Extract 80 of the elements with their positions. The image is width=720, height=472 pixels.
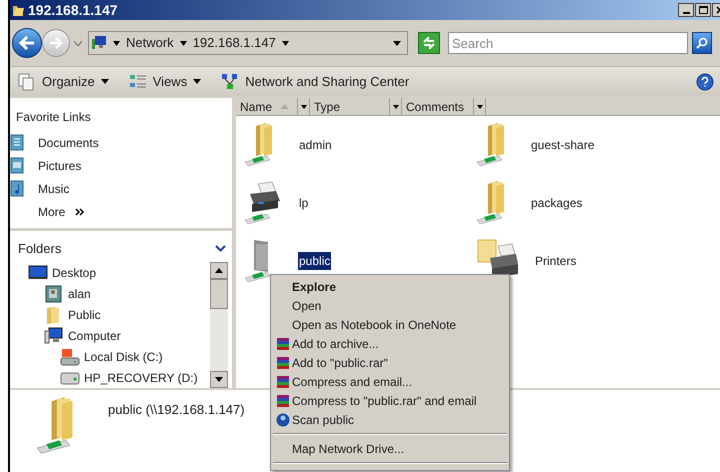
more-link[interactable]: More	[38, 202, 66, 220]
toolbar-button[interactable]: Organize	[16, 70, 111, 94]
scroll-up-arrow-icon[interactable]	[215, 268, 223, 273]
menu-item[interactable]: Open	[271, 296, 509, 315]
network-icon	[91, 35, 107, 51]
menu-item[interactable]: Explore	[271, 277, 509, 296]
scroll-down-arrow-icon[interactable]	[215, 377, 223, 382]
column-filter-button[interactable]	[390, 98, 402, 115]
hard-disk-icon	[60, 348, 80, 366]
monitor-icon	[28, 264, 48, 282]
tree-item[interactable]: alan	[68, 284, 91, 302]
breadcrumb-arrow-icon[interactable]	[282, 40, 289, 46]
breadcrumb-arrow-icon[interactable]	[180, 40, 187, 46]
book-stack-icon	[276, 394, 290, 408]
double-chevron-icon[interactable]	[75, 208, 86, 216]
column-filter-button[interactable]	[474, 98, 486, 115]
views-icon	[128, 72, 147, 90]
section-heading: Folders	[18, 240, 62, 258]
shield-icon	[276, 412, 290, 426]
network-icon	[221, 72, 240, 90]
tree-item[interactable]: Public	[68, 306, 101, 324]
item-label[interactable]: lp	[298, 194, 310, 212]
search-field[interactable]: Search	[448, 32, 688, 54]
caret-icon	[392, 104, 398, 108]
book-stack-icon	[276, 356, 290, 370]
column-filter-button[interactable]	[298, 98, 310, 115]
history-dropdown-icon[interactable]	[74, 40, 82, 46]
menu-item[interactable]: Scan public	[271, 410, 509, 429]
refresh-icon	[422, 37, 436, 49]
details-title: public (\\192.168.1.147)	[108, 401, 245, 419]
book-stack-icon	[276, 336, 290, 350]
refresh-button[interactable]	[418, 32, 440, 54]
favorite-link[interactable]: Documents	[38, 134, 99, 152]
menu-item[interactable]: Compress and email...	[271, 372, 509, 391]
user-folder-icon	[44, 284, 64, 302]
address-field[interactable]: Network 192.168.1.147	[88, 31, 408, 55]
breadcrumb-arrow-icon[interactable]	[113, 40, 120, 46]
back-button[interactable]	[12, 28, 42, 58]
item-label[interactable]: Printers	[534, 252, 578, 270]
favorite-link[interactable]: Music	[38, 180, 70, 198]
menu-item[interactable]: Add to archive...	[271, 334, 509, 353]
item-label[interactable]: admin	[298, 136, 333, 154]
forward-arrow-icon	[49, 37, 63, 49]
scrollbar[interactable]	[210, 262, 228, 388]
item-label[interactable]: packages	[530, 194, 584, 212]
search-icon	[696, 37, 708, 49]
tree-item[interactable]: Computer	[68, 326, 121, 344]
window-title: 192.168.1.147	[28, 0, 118, 20]
breadcrumb[interactable]: 192.168.1.147	[192, 33, 276, 53]
book-stack-icon	[276, 374, 290, 388]
tree-item[interactable]: Desktop	[52, 264, 96, 282]
caret-icon	[476, 104, 482, 108]
toolbar-button[interactable]: Network and Sharing Center	[219, 70, 412, 94]
menu-item[interactable]: Compress to "public.rar" and email	[271, 391, 509, 410]
minimize-button[interactable]	[678, 3, 694, 17]
tree-item[interactable]: HP_RECOVERY (D:)	[84, 368, 198, 386]
address-dropdown-icon[interactable]	[393, 40, 401, 46]
maximize-button[interactable]	[695, 3, 711, 17]
folder-icon	[12, 3, 24, 17]
menu-item[interactable]: Open as Notebook in OneNote	[271, 315, 509, 334]
search-button[interactable]	[692, 32, 712, 54]
menu-item[interactable]: Map Network Drive...	[271, 439, 509, 458]
scroll-thumb[interactable]	[210, 279, 228, 309]
organize-icon	[18, 72, 36, 90]
item-label[interactable]: guest-share	[530, 136, 596, 154]
section-heading: Favorite Links	[16, 109, 92, 126]
back-arrow-icon	[19, 36, 35, 50]
tree-item[interactable]: Local Disk (C:)	[84, 348, 163, 366]
help-icon[interactable]	[696, 72, 714, 90]
column-header[interactable]: Name	[236, 98, 298, 115]
item-label[interactable]: public	[298, 252, 332, 270]
breadcrumb[interactable]: Network	[126, 33, 174, 53]
toolbar-button[interactable]: Views	[126, 70, 204, 94]
collapse-chevron-icon[interactable]	[215, 244, 226, 252]
column-header[interactable]: Type	[310, 98, 390, 115]
menu-item[interactable]: Add to "public.rar"	[271, 353, 509, 372]
column-header[interactable]: Comments	[402, 98, 474, 115]
computer-icon	[44, 326, 64, 344]
caret-icon	[300, 104, 306, 108]
favorite-link[interactable]: Pictures	[38, 156, 82, 174]
